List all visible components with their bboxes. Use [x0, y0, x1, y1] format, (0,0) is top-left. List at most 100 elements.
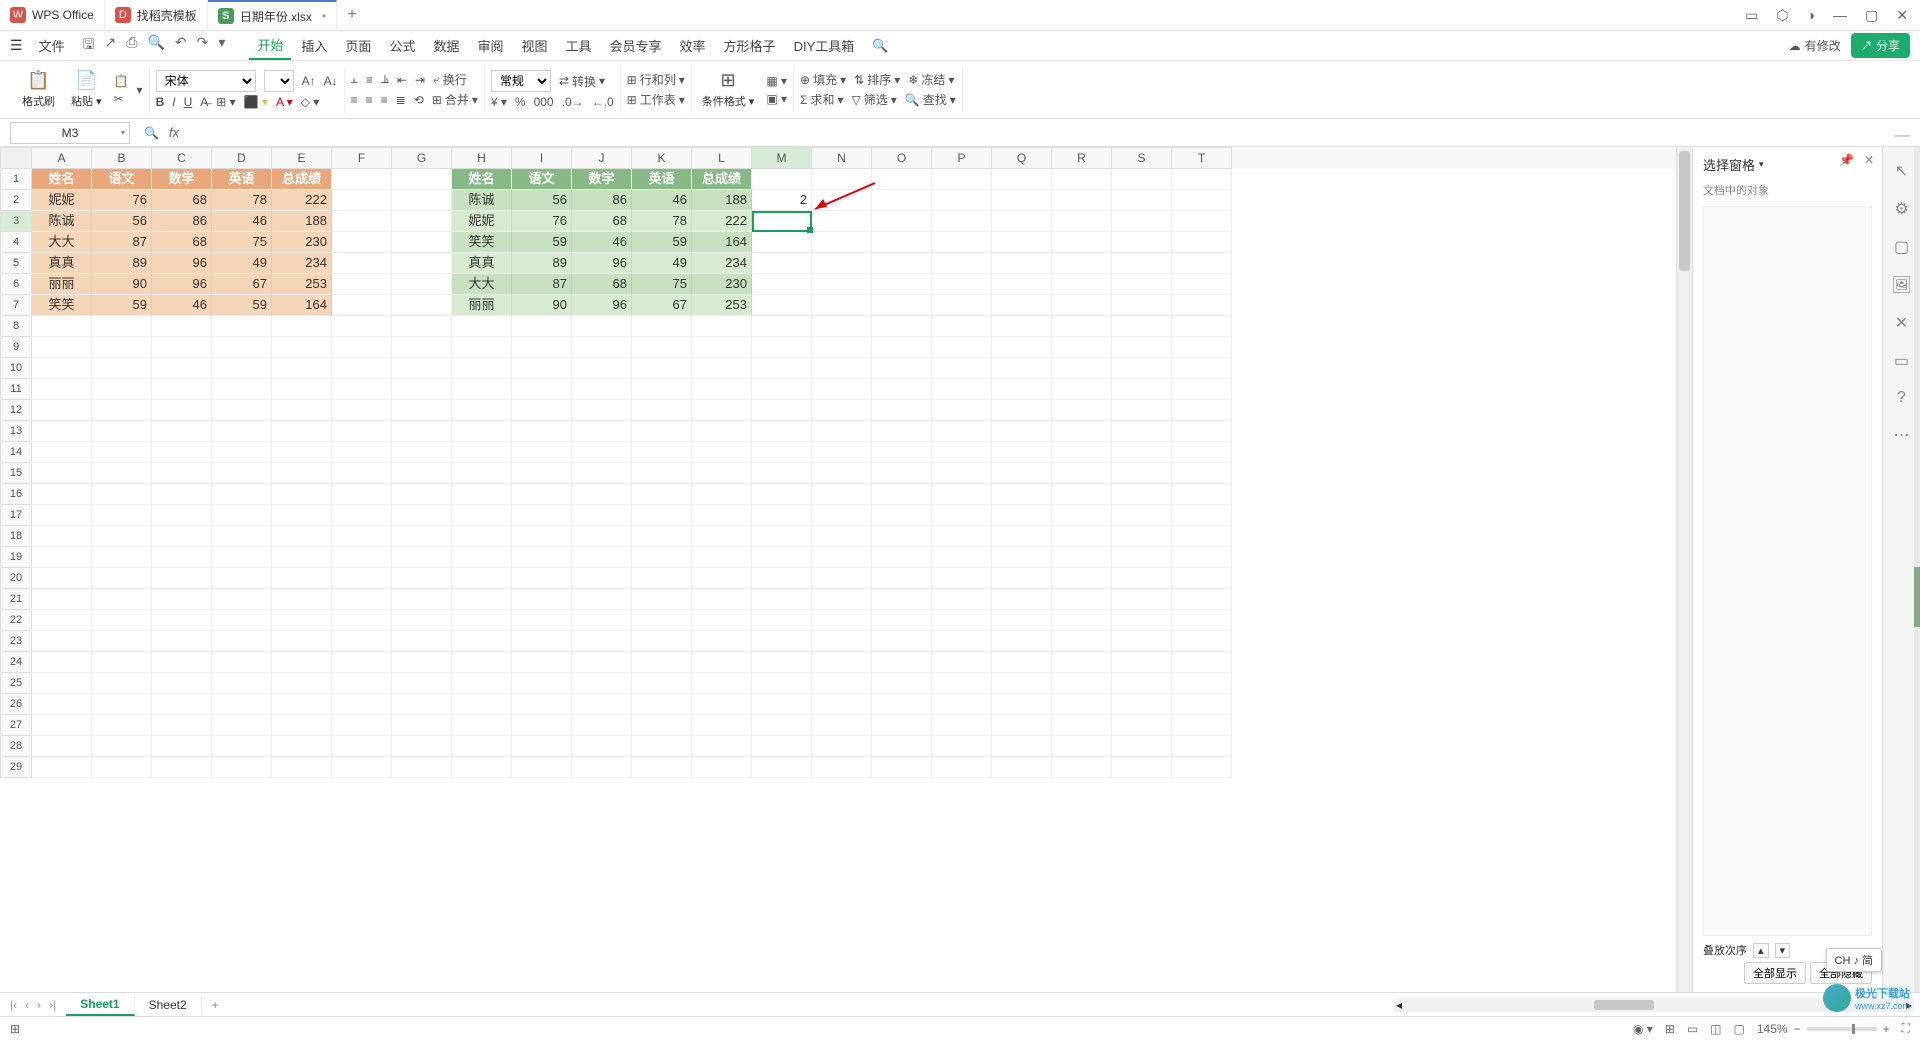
cell-D22[interactable] — [212, 610, 272, 631]
cell-R16[interactable] — [1052, 484, 1112, 505]
cell-E9[interactable] — [272, 337, 332, 358]
cell-C20[interactable] — [152, 568, 212, 589]
cell-I3[interactable]: 76 — [512, 211, 572, 232]
file-menu[interactable]: 文件 — [31, 32, 73, 59]
cell-M10[interactable] — [752, 358, 812, 379]
clipboard-more-icon[interactable]: ▾ — [137, 83, 143, 97]
order-down-icon[interactable]: ▾ — [1775, 943, 1791, 958]
cell-E19[interactable] — [272, 547, 332, 568]
cell-P7[interactable] — [932, 295, 992, 316]
cell-D16[interactable] — [212, 484, 272, 505]
cell-R15[interactable] — [1052, 463, 1112, 484]
cell-G8[interactable] — [392, 316, 452, 337]
cell-F5[interactable] — [332, 253, 392, 274]
cell-J20[interactable] — [572, 568, 632, 589]
cell-C29[interactable] — [152, 757, 212, 778]
cell-D13[interactable] — [212, 421, 272, 442]
cell-I19[interactable] — [512, 547, 572, 568]
cell-C8[interactable] — [152, 316, 212, 337]
cell-T29[interactable] — [1172, 757, 1232, 778]
cell-P4[interactable] — [932, 232, 992, 253]
format-brush-button[interactable]: 📋格式刷 — [18, 70, 59, 109]
row-header-17[interactable]: 17 — [0, 505, 32, 526]
dec-dec-icon[interactable]: ←.0 — [592, 95, 614, 109]
cell-M8[interactable] — [752, 316, 812, 337]
cell-L1[interactable]: 总成绩 — [692, 169, 752, 190]
cell-L15[interactable] — [692, 463, 752, 484]
cell-H17[interactable] — [452, 505, 512, 526]
comma-icon[interactable]: 000 — [534, 95, 554, 109]
cell-T24[interactable] — [1172, 652, 1232, 673]
row-header-6[interactable]: 6 — [0, 274, 32, 295]
cell-C22[interactable] — [152, 610, 212, 631]
strike-icon[interactable]: A̶ — [200, 95, 208, 109]
cell-R22[interactable] — [1052, 610, 1112, 631]
cell-L10[interactable] — [692, 358, 752, 379]
col-header-N[interactable]: N — [812, 147, 872, 169]
cell-T15[interactable] — [1172, 463, 1232, 484]
cell-O21[interactable] — [872, 589, 932, 610]
cell-M2[interactable]: 2 — [752, 190, 812, 211]
cell-R18[interactable] — [1052, 526, 1112, 547]
cell-N6[interactable] — [812, 274, 872, 295]
close-button[interactable]: ✕ — [1896, 7, 1908, 24]
cell-S1[interactable] — [1112, 169, 1172, 190]
cell-G29[interactable] — [392, 757, 452, 778]
underline-icon[interactable]: U — [184, 95, 193, 109]
print-icon[interactable]: ⎙ — [126, 34, 137, 58]
cell-T1[interactable] — [1172, 169, 1232, 190]
cell-A29[interactable] — [32, 757, 92, 778]
cell-B13[interactable] — [92, 421, 152, 442]
row-header-2[interactable]: 2 — [0, 190, 32, 211]
cell-H1[interactable]: 姓名 — [452, 169, 512, 190]
row-header-3[interactable]: 3 — [0, 211, 32, 232]
cell-A14[interactable] — [32, 442, 92, 463]
cell-K7[interactable]: 67 — [632, 295, 692, 316]
cell-I12[interactable] — [512, 400, 572, 421]
row-header-12[interactable]: 12 — [0, 400, 32, 421]
cell-S10[interactable] — [1112, 358, 1172, 379]
cell-I23[interactable] — [512, 631, 572, 652]
cell-R23[interactable] — [1052, 631, 1112, 652]
view-page-icon[interactable]: ▭ — [1687, 1022, 1698, 1036]
cell-A18[interactable] — [32, 526, 92, 547]
cell-C21[interactable] — [152, 589, 212, 610]
cell-D15[interactable] — [212, 463, 272, 484]
cell-J15[interactable] — [572, 463, 632, 484]
cell-D23[interactable] — [212, 631, 272, 652]
cell-L14[interactable] — [692, 442, 752, 463]
cell-B26[interactable] — [92, 694, 152, 715]
cell-A11[interactable] — [32, 379, 92, 400]
col-header-A[interactable]: A — [32, 147, 92, 169]
cell-Q9[interactable] — [992, 337, 1052, 358]
cell-D6[interactable]: 67 — [212, 274, 272, 295]
cell-P21[interactable] — [932, 589, 992, 610]
cell-E25[interactable] — [272, 673, 332, 694]
col-header-C[interactable]: C — [152, 147, 212, 169]
worksheet-button[interactable]: ⊞ 工作表 ▾ — [627, 91, 685, 108]
settings-icon[interactable]: ⚙ — [1894, 199, 1908, 219]
menu-formula[interactable]: 公式 — [381, 32, 423, 59]
cell-T20[interactable] — [1172, 568, 1232, 589]
cell-A15[interactable] — [32, 463, 92, 484]
cell-P10[interactable] — [932, 358, 992, 379]
cell-P18[interactable] — [932, 526, 992, 547]
number-format-select[interactable]: 常规 — [491, 70, 551, 92]
cell-D3[interactable]: 46 — [212, 211, 272, 232]
col-header-O[interactable]: O — [872, 147, 932, 169]
cell-H3[interactable]: 妮妮 — [452, 211, 512, 232]
cell-L19[interactable] — [692, 547, 752, 568]
menu-tools[interactable]: 工具 — [558, 32, 600, 59]
filter-button[interactable]: ▽ 筛选 ▾ — [852, 91, 897, 108]
cell-R8[interactable] — [1052, 316, 1112, 337]
cell-J19[interactable] — [572, 547, 632, 568]
cell-T4[interactable] — [1172, 232, 1232, 253]
cell-M7[interactable] — [752, 295, 812, 316]
cell-J18[interactable] — [572, 526, 632, 547]
cell-Q25[interactable] — [992, 673, 1052, 694]
cell-D9[interactable] — [212, 337, 272, 358]
cell-T3[interactable] — [1172, 211, 1232, 232]
menu-review[interactable]: 审阅 — [469, 32, 511, 59]
cell-F1[interactable] — [332, 169, 392, 190]
cell-M24[interactable] — [752, 652, 812, 673]
